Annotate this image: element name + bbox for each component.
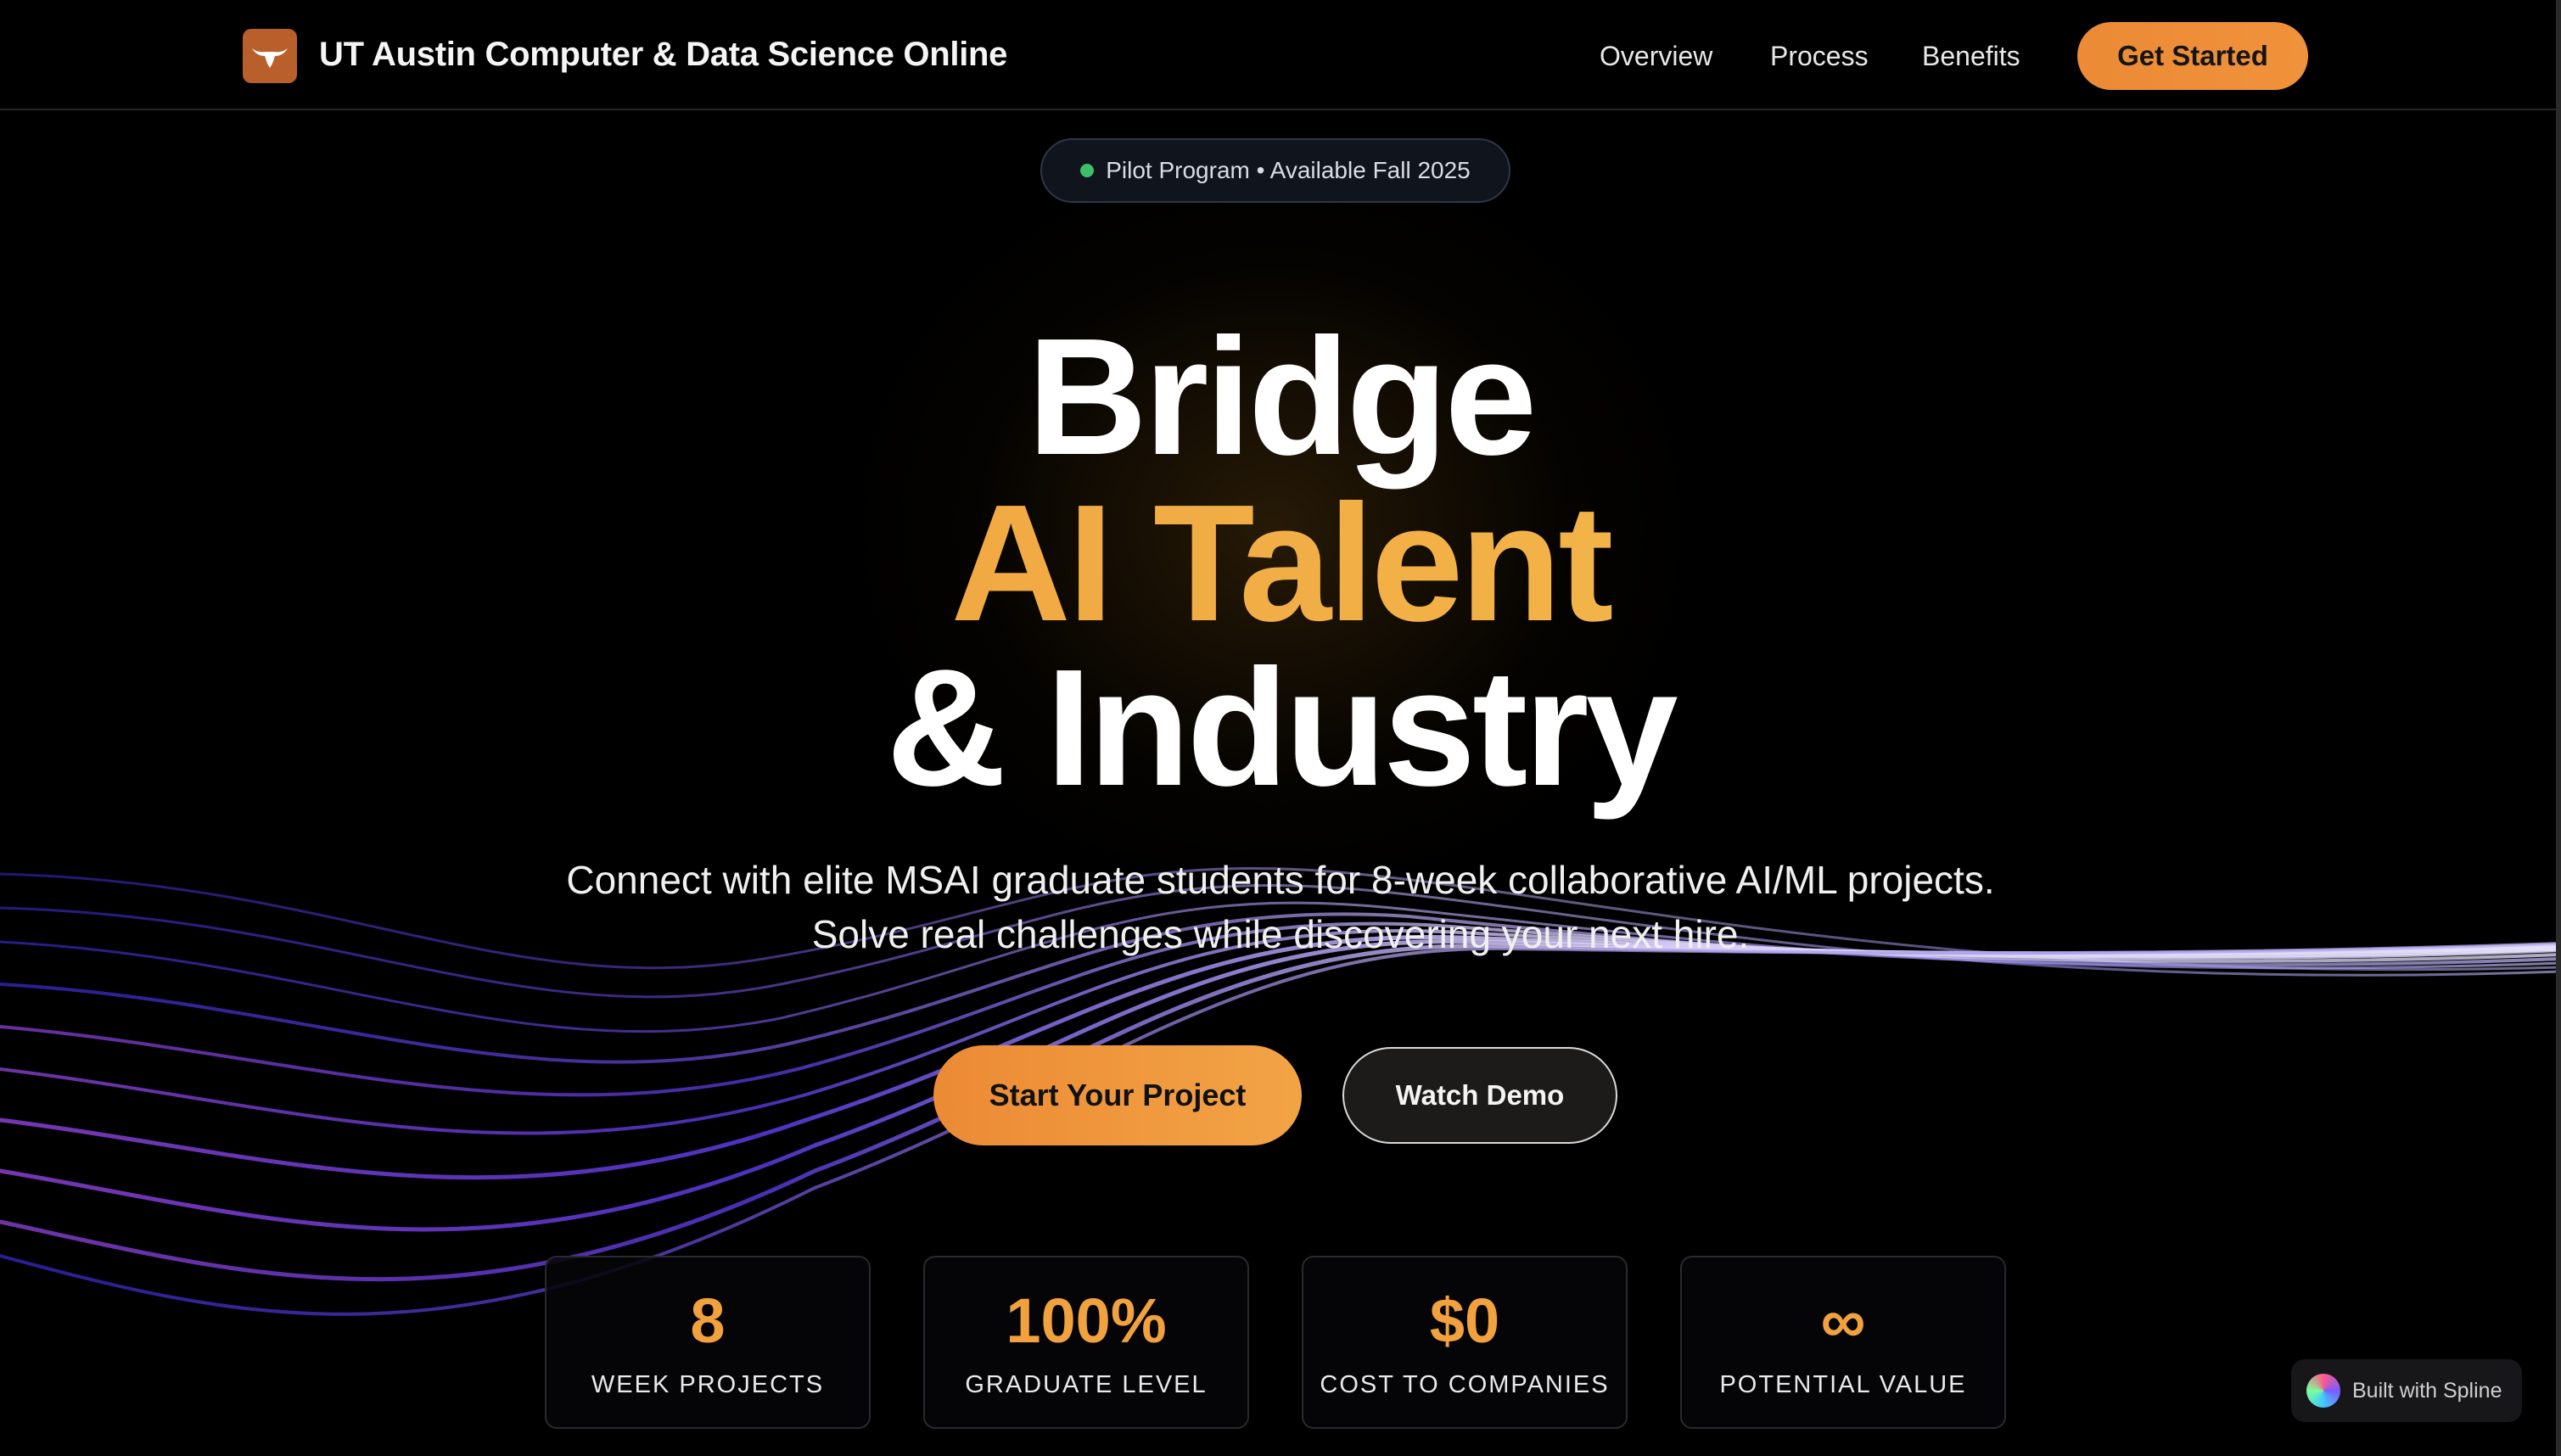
window-edge (2556, 0, 2561, 1456)
nav-link-process[interactable]: Process (1770, 41, 1869, 72)
stat-label: COST TO COMPANIES (1320, 1371, 1610, 1398)
page: UT Austin Computer & Data Science Online… (0, 0, 2561, 1456)
stat-label: POTENTIAL VALUE (1719, 1371, 1967, 1398)
spline-logo-icon (2306, 1374, 2340, 1408)
brand-title[interactable]: UT Austin Computer & Data Science Online (319, 36, 1007, 74)
longhorn-icon[interactable] (243, 29, 297, 83)
status-dot-icon (1080, 164, 1095, 177)
stat-card-week-projects: 8 WEEK PROJECTS (545, 1256, 871, 1429)
spline-badge-text: Built with Spline (2352, 1378, 2502, 1403)
nav-link-benefits[interactable]: Benefits (1922, 41, 2020, 72)
hero-subtitle-line-2: Solve real challenges while discovering … (811, 912, 1750, 956)
stat-value: $0 (1429, 1285, 1500, 1356)
stat-card-potential-value: ∞ POTENTIAL VALUE (1680, 1256, 2006, 1429)
pilot-program-badge: Pilot Program • Available Fall 2025 (1040, 138, 1510, 203)
headline-line-3: & Industry (886, 635, 1678, 820)
stat-value: 100% (1006, 1285, 1167, 1356)
watch-demo-button[interactable]: Watch Demo (1342, 1047, 1617, 1144)
get-started-button[interactable]: Get Started (2077, 22, 2308, 90)
pilot-program-text: Pilot Program • Available Fall 2025 (1106, 157, 1471, 183)
stat-label: WEEK PROJECTS (591, 1371, 825, 1398)
hero-subtitle-line-1: Connect with elite MSAI graduate student… (566, 858, 1995, 902)
stat-label: GRADUATE LEVEL (965, 1371, 1208, 1398)
start-your-project-button[interactable]: Start Your Project (933, 1045, 1302, 1145)
nav-link-overview[interactable]: Overview (1600, 41, 1712, 72)
stat-value: 8 (690, 1285, 726, 1356)
headline-line-2: AI Talent (0, 480, 2561, 647)
stat-value: ∞ (1820, 1285, 1866, 1356)
stat-card-graduate-level: 100% GRADUATE LEVEL (923, 1256, 1249, 1429)
stat-card-cost-to-companies: $0 COST TO COMPANIES (1302, 1256, 1628, 1429)
built-with-spline-badge[interactable]: Built with Spline (2291, 1359, 2522, 1422)
headline-line-1: Bridge (1027, 304, 1538, 490)
top-nav: UT Austin Computer & Data Science Online… (0, 0, 2561, 110)
